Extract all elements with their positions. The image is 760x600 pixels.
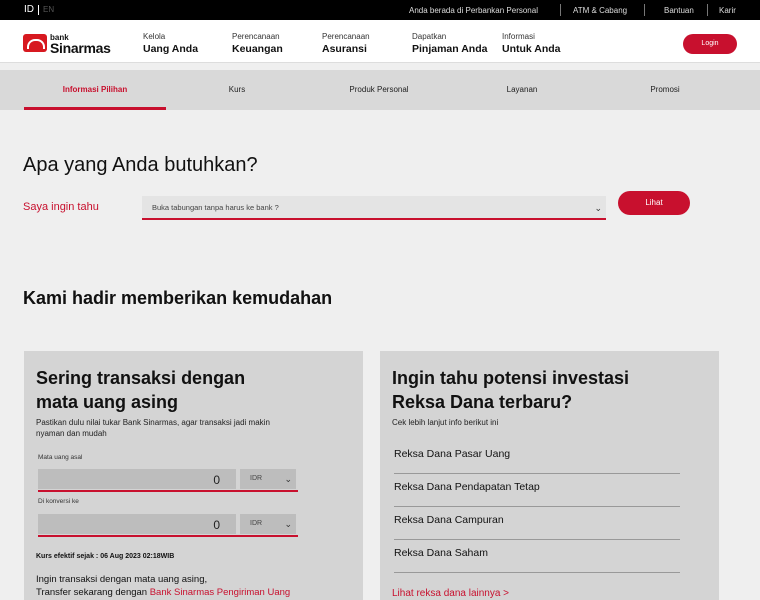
logo-mark-icon <box>23 34 47 52</box>
nav-item-main: Pinjaman Anda <box>412 43 488 55</box>
forex-card: Sering transaksi dengan mata uang asing … <box>24 351 363 600</box>
need-heading: Apa yang Anda butuhkan? <box>23 154 258 176</box>
transfer-note: Ingin transaksi dengan mata uang asing, … <box>36 573 290 599</box>
from-currency-label: Mata uang asal <box>38 454 83 461</box>
nav-item-kelola-uang[interactable]: Kelola Uang Anda <box>143 32 198 55</box>
lang-divider <box>38 4 39 15</box>
topbar-divider <box>644 4 645 16</box>
mutual-fund-card: Ingin tahu potensi investasi Reksa Dana … <box>380 351 719 600</box>
segment-personal-link[interactable]: Anda berada di Perbankan Personal <box>409 6 538 15</box>
lang-id-link[interactable]: ID <box>24 4 34 15</box>
funds-description: Cek lebih lanjut info berikut ini <box>392 418 499 427</box>
transfer-note-line: Ingin transaksi dengan mata uang asing, <box>36 574 208 585</box>
transfer-note-prefix: Transfer sekarang dengan <box>36 587 150 598</box>
tab-layanan[interactable]: Layanan <box>451 70 593 110</box>
from-underline <box>38 490 298 492</box>
funds-title-line: Reksa Dana terbaru? <box>392 392 573 412</box>
forex-desc-line: Pastikan dulu nilai tukar Bank Sinarmas,… <box>36 418 270 427</box>
tab-produk-personal[interactable]: Produk Personal <box>308 70 450 110</box>
forex-desc-line: nyaman dan mudah <box>36 429 107 438</box>
help-link[interactable]: Bantuan <box>664 6 694 15</box>
forex-title: Sering transaksi dengan mata uang asing <box>36 366 245 414</box>
chevron-down-icon: ⌄ <box>284 519 292 529</box>
remittance-link[interactable]: Bank Sinarmas Pengiriman Uang <box>150 587 290 598</box>
atm-branch-link[interactable]: ATM & Cabang <box>573 6 627 15</box>
logo-text-sinarmas: Sinarmas <box>50 40 111 54</box>
to-currency-label: Di konversi ke <box>38 498 79 505</box>
forex-title-line: Sering transaksi dengan <box>36 368 246 388</box>
forex-title-line: mata uang asing <box>36 392 179 412</box>
nav-item-sub: Informasi <box>502 32 535 41</box>
to-underline <box>38 535 298 537</box>
chevron-down-icon: ⌄ <box>594 203 602 213</box>
fund-link-pasar-uang[interactable]: Reksa Dana Pasar Uang <box>394 441 680 474</box>
funds-title-line: Ingin tahu potensi investasi <box>392 368 630 388</box>
login-button[interactable]: Login <box>683 34 737 54</box>
from-currency-value: IDR <box>250 475 263 482</box>
chevron-down-icon: ⌄ <box>284 474 292 484</box>
ease-heading: Kami hadir memberikan kemudahan <box>23 288 333 308</box>
to-currency-select[interactable]: IDR ⌄ <box>240 514 296 534</box>
nav-item-sub: Kelola <box>143 32 166 41</box>
nav-item-perencanaan-keuangan[interactable]: Perencanaan Keuangan <box>232 32 283 55</box>
tab-informasi-pilihan[interactable]: Informasi Pilihan <box>24 70 166 110</box>
nav-item-perencanaan-asuransi[interactable]: Perencanaan Asuransi <box>322 32 370 55</box>
topbar-divider <box>560 4 561 16</box>
to-amount-input[interactable]: 0 <box>38 514 236 534</box>
nav-item-main: Keuangan <box>232 43 283 55</box>
tab-kurs[interactable]: Kurs <box>166 70 308 110</box>
funds-title: Ingin tahu potensi investasi Reksa Dana … <box>392 366 629 414</box>
language-switch: ID EN <box>24 4 54 15</box>
to-currency-value: IDR <box>250 520 263 527</box>
career-link[interactable]: Karir <box>719 6 736 15</box>
fund-link-campuran[interactable]: Reksa Dana Campuran <box>394 507 680 540</box>
main-nav: bank Sinarmas Kelola Uang Anda Perencana… <box>0 20 760 63</box>
bank-sinarmas-logo[interactable]: bank Sinarmas <box>23 34 119 54</box>
from-currency-select[interactable]: IDR ⌄ <box>240 469 296 489</box>
more-funds-link[interactable]: Lihat reksa dana lainnya > <box>392 588 509 599</box>
fund-link-pendapatan-tetap[interactable]: Reksa Dana Pendapatan Tetap <box>394 474 680 507</box>
nav-item-sub: Perencanaan <box>232 32 280 41</box>
topbar-divider <box>707 4 708 16</box>
see-button[interactable]: Lihat <box>618 191 690 215</box>
want-label: Saya ingin tahu <box>23 201 99 213</box>
nav-item-main: Uang Anda <box>143 43 199 55</box>
want-select[interactable]: Buka tabungan tanpa harus ke bank ? ⌄ <box>142 196 606 220</box>
top-bar: ID EN Anda berada di Perbankan Personal … <box>0 0 760 20</box>
fund-link-saham[interactable]: Reksa Dana Saham <box>394 540 680 573</box>
sub-nav-tabs: Informasi Pilihan Kurs Produk Personal L… <box>0 70 760 110</box>
nav-item-pinjaman[interactable]: Dapatkan Pinjaman Anda <box>412 32 487 55</box>
rate-effective-note: Kurs efektif sejak : 06 Aug 2023 02:18WI… <box>36 553 175 560</box>
nav-item-sub: Perencanaan <box>322 32 370 41</box>
nav-item-main: Untuk Anda <box>502 43 561 55</box>
nav-item-main: Asuransi <box>322 43 367 55</box>
forex-description: Pastikan dulu nilai tukar Bank Sinarmas,… <box>36 417 270 439</box>
tab-promosi[interactable]: Promosi <box>594 70 736 110</box>
lang-en-link[interactable]: EN <box>43 5 54 14</box>
nav-item-sub: Dapatkan <box>412 32 447 41</box>
from-amount-input[interactable]: 0 <box>38 469 236 489</box>
want-select-value: Buka tabungan tanpa harus ke bank ? <box>152 203 279 212</box>
nav-item-informasi[interactable]: Informasi Untuk Anda <box>502 32 561 55</box>
